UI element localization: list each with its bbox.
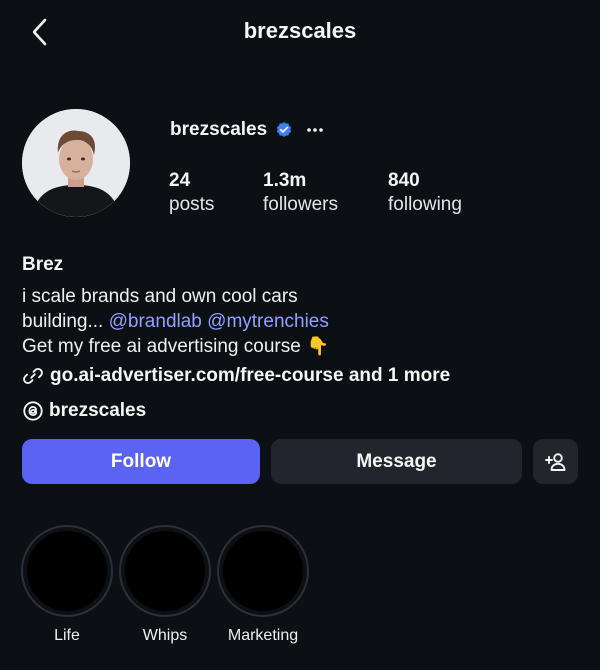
bio-display-name: Brez [22, 254, 64, 275]
threads-icon [22, 400, 44, 422]
bio-line-2: building... @brandlab @mytrenchies [22, 309, 329, 334]
stat-posts-value: 24 [169, 170, 191, 191]
verified-badge-icon [275, 121, 293, 139]
profile-username: brezscales [170, 119, 268, 140]
bio-text: i scale brands and own cool cars buildin… [22, 284, 329, 359]
more-options-icon[interactable] [305, 120, 325, 140]
mention-link-brandlab[interactable]: @brandlab [109, 311, 202, 332]
highlight-life[interactable]: Life [21, 525, 113, 645]
highlight-cover [223, 531, 303, 611]
stat-followers-label: followers [263, 194, 338, 215]
stat-followers-value: 1.3m [263, 170, 307, 191]
highlight-label: Marketing [227, 627, 299, 644]
bio-line-3: Get my free ai advertising course 👇 [22, 334, 329, 359]
highlight-ring [21, 525, 113, 617]
mention-link-mytrenchies[interactable]: @mytrenchies [207, 311, 329, 332]
message-button[interactable]: Message [271, 439, 522, 484]
suggested-users-button[interactable] [533, 439, 578, 484]
highlight-ring [217, 525, 309, 617]
highlight-whips[interactable]: Whips [119, 525, 211, 645]
external-link[interactable]: go.ai-advertiser.com/free-course and 1 m… [22, 365, 450, 387]
follow-button[interactable]: Follow [22, 439, 260, 484]
profile-photo [22, 109, 130, 217]
highlight-ring [119, 525, 211, 617]
add-person-icon [544, 452, 565, 471]
stat-following-label: following [388, 194, 462, 215]
external-link-text: go.ai-advertiser.com/free-course and 1 m… [50, 365, 451, 386]
bio-line-3-text: Get my free ai advertising course [22, 336, 301, 357]
bio-line-1: i scale brands and own cool cars [22, 286, 298, 307]
threads-handle: brezscales [49, 400, 147, 421]
stat-posts: 24 posts [169, 170, 214, 218]
highlight-label: Life [54, 627, 80, 644]
link-icon [22, 365, 44, 387]
highlight-marketing[interactable]: Marketing [217, 525, 309, 645]
pointing-down-emoji: 👇 [306, 336, 330, 356]
avatar[interactable] [22, 109, 130, 217]
stat-followers[interactable]: 1.3m followers [263, 170, 338, 218]
highlight-cover [27, 531, 107, 611]
page-title: brezscales [243, 18, 357, 43]
profile-name-row: brezscales [170, 118, 325, 142]
highlight-label: Whips [142, 627, 188, 644]
stat-posts-label: posts [169, 194, 215, 215]
highlight-cover [125, 531, 205, 611]
bio-line-2-prefix: building... [22, 311, 104, 332]
top-bar: brezscales [0, 0, 600, 64]
stat-following-value: 840 [388, 170, 420, 191]
threads-badge[interactable]: brezscales [22, 400, 146, 422]
stat-following[interactable]: 840 following [388, 170, 462, 218]
